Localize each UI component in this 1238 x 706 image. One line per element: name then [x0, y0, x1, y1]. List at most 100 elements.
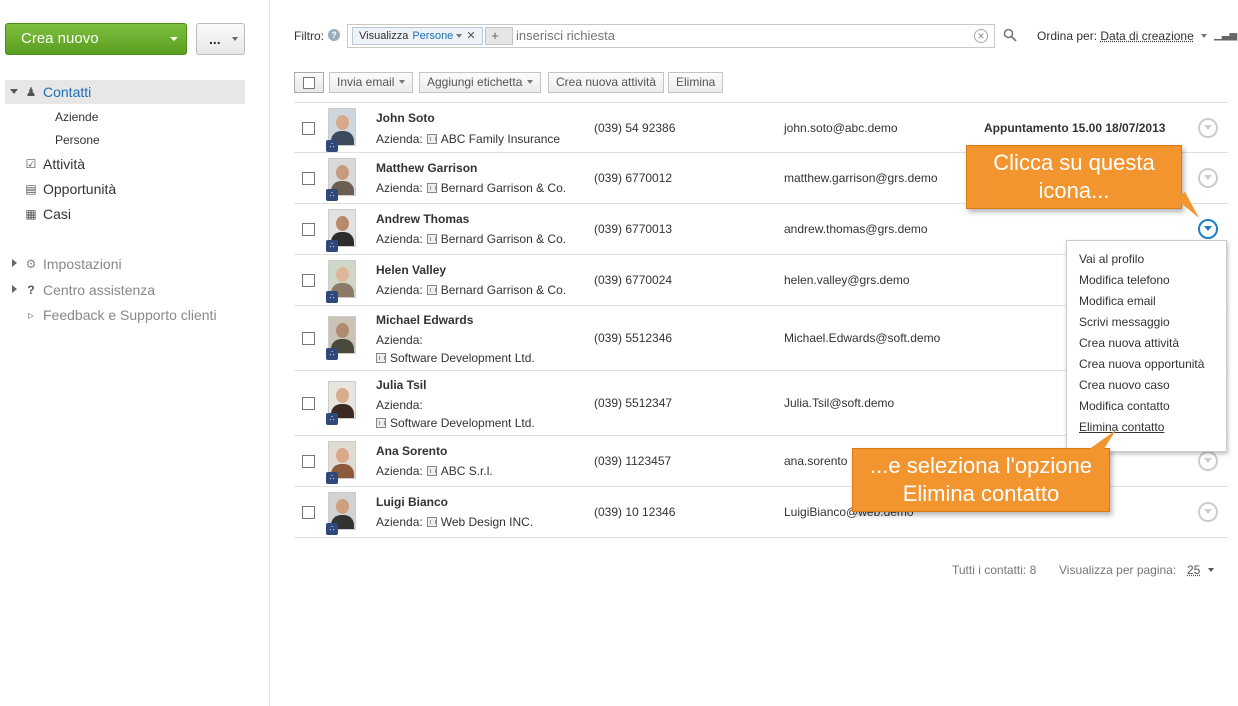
sidebar-item-cases[interactable]: ▦ Casi	[5, 202, 245, 226]
contact-email[interactable]: john.soto@abc.demo	[784, 121, 898, 135]
send-email-button[interactable]: Invia email	[329, 72, 414, 93]
delete-button[interactable]: Elimina	[668, 72, 724, 93]
menu-item-edit-contact[interactable]: Modifica contatto	[1079, 399, 1170, 413]
contact-phone[interactable]: (039) 5512347	[594, 396, 672, 410]
sort-direction-icon[interactable]: ▁▃▅	[1214, 30, 1237, 41]
row-checkbox[interactable]	[302, 223, 315, 236]
more-options-button[interactable]: ...	[196, 23, 245, 55]
contact-company-label: Azienda:	[376, 398, 423, 412]
contact-phone[interactable]: (039) 1123457	[594, 454, 671, 468]
sort-label: Ordina per:	[1037, 29, 1098, 43]
checkbox-icon: ☑	[25, 157, 37, 171]
contact-name[interactable]: Luigi Bianco	[376, 495, 448, 509]
contact-phone[interactable]: (039) 6770013	[594, 222, 672, 236]
contact-company: Azienda: Bernard Garrison & Co.	[376, 283, 566, 297]
more-options-label: ...	[209, 31, 221, 47]
expand-arrow-icon	[12, 285, 17, 293]
contact-email[interactable]: Michael.Edwards@soft.demo	[784, 331, 940, 345]
menu-item-write-message[interactable]: Scrivi messaggio	[1079, 315, 1170, 329]
add-filter-button[interactable]: +	[485, 27, 513, 45]
filter-chip-value[interactable]: Persone	[412, 30, 453, 42]
contact-name[interactable]: Michael Edwards	[376, 313, 473, 327]
company-name[interactable]: Bernard Garrison & Co.	[441, 232, 566, 246]
row-checkbox[interactable]	[302, 122, 315, 135]
row-menu-icon[interactable]	[1198, 118, 1218, 138]
row-menu-icon[interactable]	[1198, 502, 1218, 522]
row-checkbox[interactable]	[302, 172, 315, 185]
menu-item-new-activity[interactable]: Crea nuova attività	[1079, 336, 1179, 350]
row-checkbox[interactable]	[302, 332, 315, 345]
building-icon	[426, 234, 437, 244]
contact-email[interactable]: Julia.Tsil@soft.demo	[784, 396, 894, 410]
callout-line: icona...	[1038, 178, 1110, 203]
add-tag-button[interactable]: Aggiungi etichetta	[419, 72, 542, 93]
contact-phone[interactable]: (039) 10 12346	[594, 505, 675, 519]
briefcase-icon: ▤	[25, 182, 37, 196]
company-name[interactable]: Web Design INC.	[441, 515, 533, 529]
contact-phone[interactable]: (039) 6770024	[594, 273, 672, 287]
menu-item-edit-email[interactable]: Modifica email	[1079, 294, 1156, 308]
sidebar-item-label: Contatti	[43, 84, 92, 100]
contact-name[interactable]: Julia Tsil	[376, 378, 426, 392]
contact-phone[interactable]: (039) 5512346	[594, 331, 672, 345]
contact-name[interactable]: Helen Valley	[376, 263, 446, 277]
contact-phone[interactable]: (039) 6770012	[594, 171, 672, 185]
contact-email[interactable]: matthew.garrison@grs.demo	[784, 171, 938, 185]
new-activity-button[interactable]: Crea nuova attività	[548, 72, 665, 93]
help-icon[interactable]: ?	[328, 29, 340, 41]
row-menu-icon[interactable]	[1198, 451, 1218, 471]
chevron-down-icon[interactable]	[1208, 568, 1214, 572]
company-name[interactable]: Bernard Garrison & Co.	[441, 181, 566, 195]
search-icon[interactable]	[1003, 28, 1017, 42]
company-name[interactable]: ABC S.r.l.	[441, 464, 493, 478]
company-name[interactable]: Bernard Garrison & Co.	[441, 283, 566, 297]
add-filter-label: +	[491, 28, 499, 43]
row-checkbox[interactable]	[302, 397, 315, 410]
contact-company-label: Azienda:	[376, 333, 423, 347]
chevron-down-icon[interactable]	[1201, 34, 1207, 38]
contact-email[interactable]: andrew.thomas@grs.demo	[784, 222, 928, 236]
sidebar-item-contacts[interactable]: ♟ Contatti	[5, 80, 245, 104]
row-checkbox[interactable]	[302, 506, 315, 519]
row-menu-icon[interactable]	[1198, 219, 1218, 239]
contact-phone[interactable]: (039) 54 92386	[594, 121, 675, 135]
select-all-checkbox[interactable]	[294, 72, 324, 93]
company-name[interactable]: Software Development Ltd.	[390, 416, 535, 430]
sidebar-item-people[interactable]: Persone	[55, 133, 100, 147]
filter-chip[interactable]: Visualizza Persone ✕	[352, 27, 483, 45]
expand-arrow-icon	[12, 259, 17, 267]
contact-email[interactable]: ana.sorento	[784, 454, 847, 468]
menu-item-view-profile[interactable]: Vai al profilo	[1079, 252, 1144, 266]
contact-name[interactable]: Andrew Thomas	[376, 212, 469, 226]
contact-name[interactable]: Matthew Garrison	[376, 161, 477, 175]
per-page-select[interactable]: 25	[1187, 563, 1200, 577]
company-label: Azienda:	[376, 132, 423, 146]
menu-item-new-case[interactable]: Crea nuovo caso	[1079, 378, 1170, 392]
chevron-down-icon[interactable]	[456, 34, 463, 38]
sort-value[interactable]: Data di creazione	[1100, 29, 1193, 43]
remove-filter-icon[interactable]: ✕	[466, 30, 475, 42]
contact-name[interactable]: Ana Sorento	[376, 444, 447, 458]
company-name[interactable]: ABC Family Insurance	[441, 132, 560, 146]
clear-icon[interactable]: ✕	[974, 29, 988, 43]
row-checkbox[interactable]	[302, 274, 315, 287]
contact-email[interactable]: helen.valley@grs.demo	[784, 273, 910, 287]
sidebar-item-help-center[interactable]: ? Centro assistenza	[5, 278, 245, 302]
sidebar-item-companies[interactable]: Aziende	[55, 110, 98, 124]
sidebar-item-feedback[interactable]: ▹ Feedback e Supporto clienti	[5, 303, 245, 327]
sidebar-item-settings[interactable]: ⚙ Impostazioni	[5, 252, 245, 276]
callout-line: ...e seleziona l'opzione	[870, 453, 1092, 478]
sidebar-item-activities[interactable]: ☑ Attività	[5, 152, 245, 176]
row-checkbox[interactable]	[302, 455, 315, 468]
filter-search-input[interactable]	[516, 28, 956, 43]
contact-name[interactable]: John Soto	[376, 111, 435, 125]
sidebar-item-opportunities[interactable]: ▤ Opportunità	[5, 177, 245, 201]
create-new-button[interactable]: Crea nuovo	[5, 23, 187, 55]
company-label: Azienda:	[376, 181, 423, 195]
menu-item-new-opportunity[interactable]: Crea nuova opportunità	[1079, 357, 1204, 371]
menu-item-edit-phone[interactable]: Modifica telefono	[1079, 273, 1170, 287]
checkbox-box	[303, 77, 315, 89]
company-name[interactable]: Software Development Ltd.	[390, 351, 535, 365]
filter-bar[interactable]: VisualizzaPersone ✕ + ✕	[347, 24, 995, 48]
row-menu-icon[interactable]	[1198, 168, 1218, 188]
